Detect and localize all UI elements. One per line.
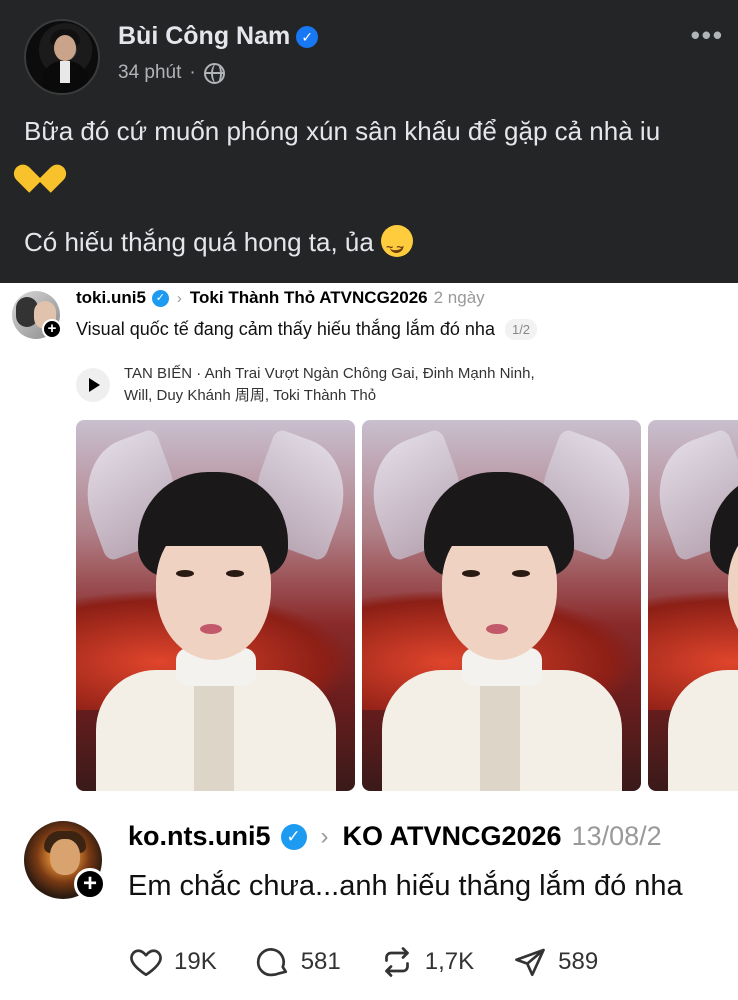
author-name-row: Bùi Công Nam ✓ <box>118 22 319 51</box>
post-timestamp[interactable]: 34 phút <box>118 62 181 84</box>
post-caption: Visual quốc tế đang cảm thấy hiếu thắng … <box>76 319 495 339</box>
post-time: 2 ngày <box>433 288 485 307</box>
post-time: 13/08/2 <box>571 821 662 851</box>
username[interactable]: ko.nts.uni5 <box>128 821 271 852</box>
author-name[interactable]: Bùi Công Nam <box>118 22 290 50</box>
play-icon[interactable] <box>76 368 110 402</box>
music-attachment[interactable]: TAN BIẾN · Anh Trai Vượt Ngàn Chông Gai,… <box>76 363 604 407</box>
verified-badge-icon: ✓ <box>296 26 319 48</box>
heart-icon <box>128 944 164 980</box>
thread-pager: 1/2 <box>504 319 538 340</box>
music-info: TAN BIẾN · Anh Trai Vượt Ngàn Chông Gai,… <box>124 363 604 407</box>
post-header: toki.uni5 ✓ › Toki Thành Thỏ ATVNCG2026 … <box>76 288 485 308</box>
verified-badge-icon: ✓ <box>280 823 307 850</box>
more-options-button[interactable]: ••• <box>691 20 724 51</box>
like-count: 19K <box>174 948 217 975</box>
post-meta: 34 phút · <box>118 62 225 84</box>
verified-badge-icon: ✓ <box>151 289 169 307</box>
post-text-line1: Bữa đó cứ muốn phóng xún sân khấu để gặp… <box>24 116 661 146</box>
share-button[interactable]: 589 <box>512 944 598 980</box>
comment-bubble-icon <box>255 944 291 980</box>
comment-count: 581 <box>300 948 341 975</box>
smirking-face-emoji-icon <box>381 225 414 266</box>
like-button[interactable]: 19K <box>128 944 217 980</box>
post-header: ko.nts.uni5 ✓ › KO ATVNCG2026 13/08/2 <box>128 821 662 852</box>
chevron-right-icon: › <box>176 289 182 307</box>
post-text: Bữa đó cứ muốn phóng xún sân khấu để gặp… <box>24 113 724 266</box>
meta-separator: · <box>189 62 196 83</box>
follow-plus-icon[interactable]: + <box>42 319 62 339</box>
author-avatar[interactable] <box>24 19 100 95</box>
photo-carousel[interactable] <box>76 420 738 792</box>
music-line2: Will, Duy Khánh 周周, Toki Thành Thỏ <box>124 387 377 404</box>
chevron-right-icon: › <box>320 822 329 850</box>
facebook-post: Bùi Công Nam ✓ 34 phút · ••• Bữa đó cứ mu… <box>0 0 738 283</box>
repost-count: 1,7K <box>424 948 475 975</box>
share-count: 589 <box>558 948 599 975</box>
yellow-heart-emoji-icon <box>24 153 56 183</box>
reply-to-user[interactable]: Toki Thành Thỏ ATVNCG2026 <box>190 288 428 308</box>
repost-icon <box>379 944 415 980</box>
post-caption: Em chắc chưa...anh hiếu thắng lắm đó nha <box>128 870 683 902</box>
globe-icon[interactable] <box>203 62 225 84</box>
carousel-photo[interactable] <box>362 420 641 791</box>
username[interactable]: toki.uni5 <box>76 288 146 308</box>
carousel-photo[interactable] <box>648 420 738 791</box>
threads-post-1: + toki.uni5 ✓ › Toki Thành Thỏ ATVNCG202… <box>0 283 738 803</box>
threads-post-2: ko.nts.uni5 ✓ › KO ATVNCG2026 13/08/2 Em… <box>0 803 738 1000</box>
post-text-line2: Có hiếu thắng quá hong ta, ủa <box>24 227 374 257</box>
comment-button[interactable]: 581 <box>255 944 341 980</box>
music-line1: TAN BIẾN · Anh Trai Vượt Ngàn Chông Gai,… <box>124 365 535 382</box>
repost-button[interactable]: 1,7K <box>379 944 474 980</box>
reply-to-user[interactable]: KO ATVNCG2026 <box>343 821 562 852</box>
action-bar: 19K 581 1,7K 589 <box>128 944 636 980</box>
carousel-photo[interactable] <box>76 420 355 791</box>
follow-plus-icon[interactable]: + <box>74 868 106 900</box>
send-icon <box>512 944 548 980</box>
post-caption-row: Visual quốc tế đang cảm thấy hiếu thắng … <box>76 319 538 340</box>
